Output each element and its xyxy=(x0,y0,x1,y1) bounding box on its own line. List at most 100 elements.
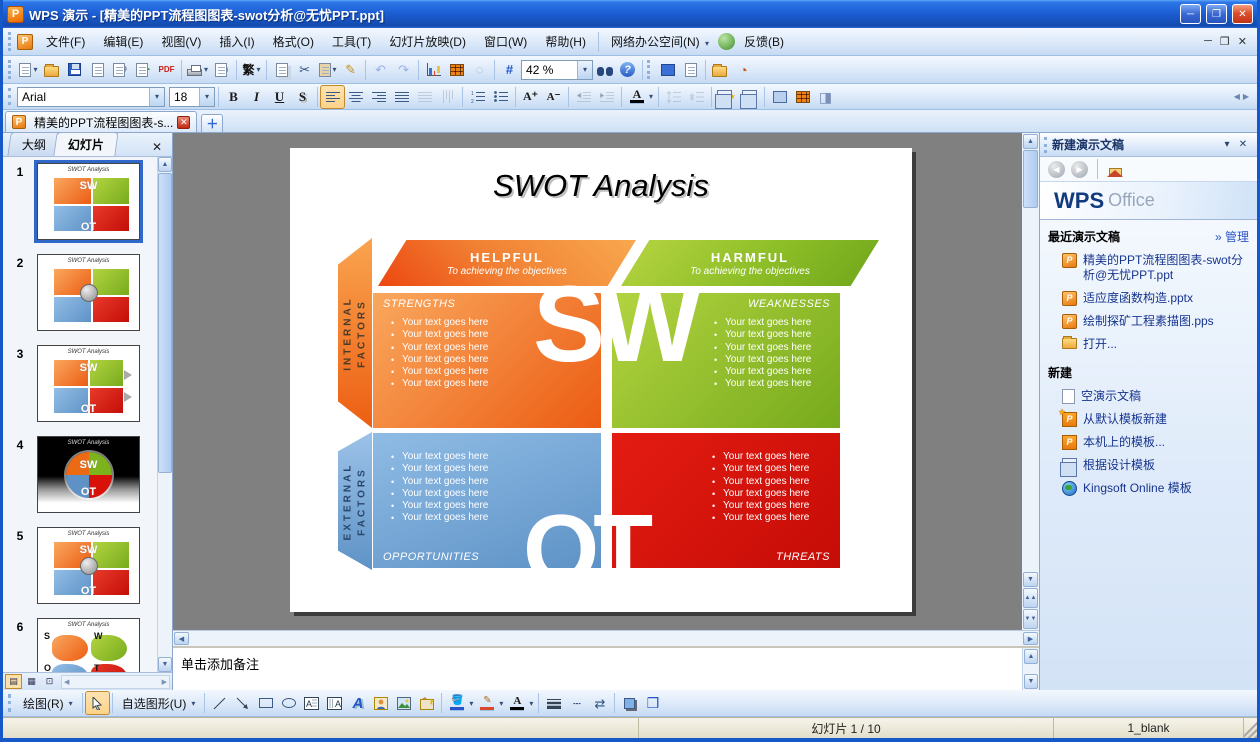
maximize-button[interactable]: ❐ xyxy=(1206,4,1227,24)
panel-close-button[interactable]: ✕ xyxy=(146,138,168,156)
recent-file-item[interactable]: P 适应度函数构造.pptx xyxy=(1040,287,1257,310)
line-spacing-decrease-button[interactable] xyxy=(685,86,708,108)
align-center-button[interactable] xyxy=(344,86,367,108)
scroll-up-button[interactable]: ▲ xyxy=(158,157,172,172)
scrollbar-thumb[interactable] xyxy=(1023,150,1038,208)
close-button[interactable]: ✕ xyxy=(1232,4,1253,24)
italic-button[interactable]: I xyxy=(245,86,268,108)
increase-font-button[interactable]: A⁺ xyxy=(519,86,542,108)
task-pane-dropdown-button[interactable]: ▾ xyxy=(1219,139,1235,150)
toolbar-overflow-left[interactable]: ◀ xyxy=(1234,92,1240,101)
slide-thumbnail[interactable]: SWOT Analysis SW OT xyxy=(34,160,143,243)
copy-button[interactable] xyxy=(270,59,293,81)
slide[interactable]: SWOT Analysis HELPFUL To achieving the o… xyxy=(290,148,912,612)
vertical-scrollbar[interactable]: ▲ ▼ ▲▲ ▼▼ xyxy=(1022,133,1039,630)
bold-button[interactable]: B xyxy=(222,86,245,108)
slide-thumbnail[interactable]: SWOT Analysis SW OT xyxy=(37,436,140,513)
slide-design-button[interactable] xyxy=(768,86,791,108)
tab-close-button[interactable]: ✕ xyxy=(177,115,191,129)
insert-table-button[interactable] xyxy=(445,59,468,81)
gridlines-button[interactable]: # xyxy=(498,59,521,81)
insert-chart-button[interactable] xyxy=(422,59,445,81)
shadow-button[interactable]: S xyxy=(291,86,314,108)
open-button[interactable] xyxy=(40,59,63,81)
slide-thumbnail[interactable]: SWOT Analysis SW OT xyxy=(37,527,140,604)
decrease-font-button[interactable]: A⁻ xyxy=(542,86,565,108)
menu-item[interactable]: 文件(F) xyxy=(37,29,94,54)
vertical-text-box-button[interactable]: A xyxy=(323,692,346,714)
scroll-right-button[interactable]: ▶ xyxy=(1023,632,1038,645)
slide-sorter-view-button[interactable]: ▦ xyxy=(23,674,40,689)
table-button[interactable] xyxy=(791,86,814,108)
resize-grip[interactable] xyxy=(1243,718,1257,738)
save-as-button[interactable] xyxy=(86,59,109,81)
template-folder-button[interactable]: ★ xyxy=(709,59,732,81)
home-icon[interactable] xyxy=(1107,162,1123,177)
export-button[interactable]: ➤ xyxy=(132,59,155,81)
find-button[interactable] xyxy=(593,59,616,81)
picture-button[interactable] xyxy=(392,692,415,714)
search-assistant-button[interactable]: ◔ xyxy=(732,59,755,81)
draw-menu-button[interactable]: 绘图(R) ▾ xyxy=(17,693,79,714)
forward-button[interactable]: ▶ xyxy=(1071,160,1088,178)
chinese-convert-button[interactable]: 繁 ▾ xyxy=(240,59,263,81)
zoom-dropdown-button[interactable]: ▾ xyxy=(577,60,593,79)
menu-item-feedback[interactable]: 反馈(B) xyxy=(735,29,793,54)
distribute-button[interactable] xyxy=(413,86,436,108)
redo-button[interactable]: ↷ xyxy=(392,59,415,81)
tab-slides[interactable]: 幻灯片 xyxy=(53,132,119,156)
new-blank-item[interactable]: 空演示文稿 xyxy=(1040,385,1257,408)
design-template-item[interactable]: 根据设计模板 xyxy=(1040,454,1257,477)
document-tab[interactable]: P 精美的PPT流程图图表-s... ✕ xyxy=(5,111,198,132)
vertical-text-button[interactable] xyxy=(436,86,459,108)
fill-color-button[interactable]: 🪣 ▾ xyxy=(445,692,475,714)
scroll-up-button[interactable]: ▲ xyxy=(1024,649,1038,664)
cut-button[interactable]: ✂ xyxy=(293,59,316,81)
local-templates-item[interactable]: P 本机上的模板... xyxy=(1040,431,1257,454)
slide-thumbnail[interactable]: SWOT Analysis xyxy=(37,254,140,331)
wordart-button[interactable]: A xyxy=(346,692,369,714)
line-style-button[interactable] xyxy=(542,692,565,714)
rectangle-tool-button[interactable] xyxy=(254,692,277,714)
font-size-combobox[interactable]: 18 ▾ xyxy=(169,86,215,107)
slide-layout-button[interactable] xyxy=(738,86,761,109)
text-box-button[interactable]: A xyxy=(300,692,323,714)
thumbnails-scrollbar[interactable]: ▲ ▼ xyxy=(157,157,172,672)
doc-close-button[interactable]: ✕ xyxy=(1238,35,1247,48)
font-name-combobox[interactable]: Arial ▾ xyxy=(17,86,165,107)
minimize-button[interactable]: ─ xyxy=(1180,4,1201,24)
toolbar-grip[interactable] xyxy=(8,693,13,713)
underline-button[interactable]: U xyxy=(268,86,291,108)
online-templates-item[interactable]: Kingsoft Online 模板 xyxy=(1040,477,1257,500)
scroll-down-button[interactable]: ▼ xyxy=(1024,674,1038,689)
format-painter-button[interactable]: ✎ xyxy=(339,59,362,81)
help-button[interactable]: ? xyxy=(616,59,639,81)
scroll-left-button[interactable]: ◀ xyxy=(174,632,189,645)
select-objects-button[interactable] xyxy=(84,691,110,715)
menu-item[interactable]: 工具(T) xyxy=(323,29,380,54)
back-button[interactable]: ◀ xyxy=(1048,160,1065,178)
internal-factors-shape[interactable]: INTERNAL FACTORS xyxy=(338,238,372,428)
toolbar-grip[interactable] xyxy=(647,60,652,79)
background-button[interactable]: ◨ xyxy=(814,86,837,108)
toolbar-overflow-right[interactable]: ▶ xyxy=(1243,92,1249,101)
notes-pane[interactable]: 单击添加备注 ▲ ▼ xyxy=(173,646,1039,690)
menu-item[interactable]: 编辑(E) xyxy=(94,29,152,54)
next-slide-button[interactable]: ▼▼ xyxy=(1023,609,1038,629)
undo-button[interactable]: ↶ xyxy=(369,59,392,81)
recent-file-item[interactable]: P 精美的PPT流程图图表-swot分析@无忧PPT.ppt xyxy=(1040,249,1257,287)
print-preview-button[interactable]: ◎ xyxy=(210,59,233,81)
menu-item[interactable]: 帮助(H) xyxy=(536,29,595,54)
media-clip-button[interactable] xyxy=(415,692,438,714)
numbering-button[interactable]: 12 xyxy=(466,86,489,108)
toolbar-grip[interactable] xyxy=(8,60,13,79)
arrow-style-button[interactable]: ⇄ xyxy=(588,692,611,714)
recent-file-item[interactable]: P 绘制探矿工程素描图.pps xyxy=(1040,310,1257,333)
bullets-button[interactable] xyxy=(489,86,512,108)
clipart-button[interactable] xyxy=(369,692,392,714)
shadow-style-button[interactable] xyxy=(618,692,641,714)
line-spacing-increase-button[interactable] xyxy=(662,86,685,108)
slide-thumbnail[interactable]: SWOT Analysis S W O T xyxy=(37,618,140,672)
task-pane-close-button[interactable]: ✕ xyxy=(1235,139,1251,150)
notes-placeholder[interactable]: 单击添加备注 xyxy=(173,648,1022,690)
